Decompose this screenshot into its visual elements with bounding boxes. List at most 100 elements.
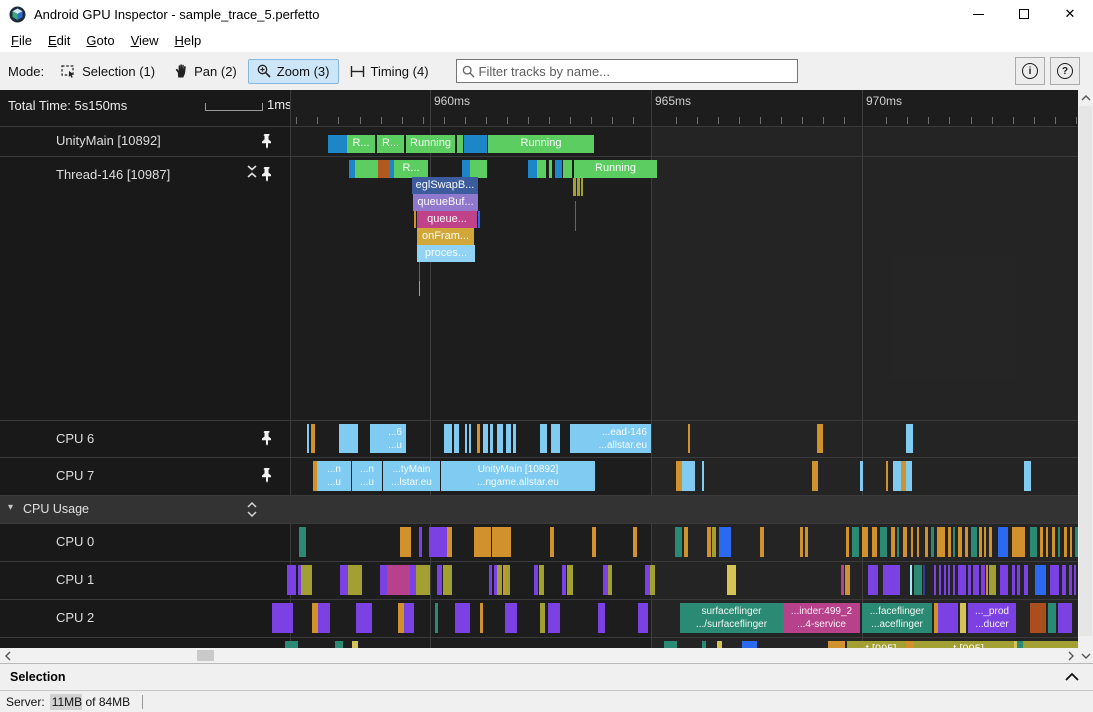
trace-slice[interactable] xyxy=(817,424,823,453)
trace-slice[interactable]: Running xyxy=(574,160,657,178)
trace-slice[interactable] xyxy=(414,211,416,228)
trace-slice[interactable] xyxy=(548,603,560,633)
trace-slice[interactable] xyxy=(1062,565,1066,595)
trace-slice[interactable]: queueBuf... xyxy=(413,194,478,211)
trace-slice[interactable] xyxy=(812,461,818,491)
trace-slice[interactable] xyxy=(567,565,573,595)
trace-slice[interactable] xyxy=(891,527,895,557)
trace-slice[interactable] xyxy=(717,641,722,648)
trace-slice[interactable] xyxy=(971,527,977,557)
trace-slice[interactable] xyxy=(868,565,878,595)
trace-slice[interactable] xyxy=(455,603,470,633)
trace-slice[interactable] xyxy=(1052,527,1055,557)
trace-slice[interactable]: R... xyxy=(394,160,428,178)
trace-slice[interactable] xyxy=(1058,527,1060,557)
trace-slice[interactable] xyxy=(828,641,845,648)
trace-slice[interactable] xyxy=(272,603,293,633)
trace-slice[interactable] xyxy=(1012,565,1015,595)
trace-slice[interactable] xyxy=(862,527,868,557)
trace-slice[interactable] xyxy=(443,565,452,595)
trace-slice[interactable] xyxy=(1058,603,1072,633)
trace-slice[interactable] xyxy=(984,527,986,557)
trace-slice[interactable] xyxy=(931,527,934,557)
maximize-button[interactable] xyxy=(1001,0,1047,28)
menu-item-goto[interactable]: Goto xyxy=(78,31,122,50)
trace-slice[interactable] xyxy=(454,424,459,453)
trace-slice[interactable]: ...n...u xyxy=(317,461,351,491)
scroll-up-button[interactable] xyxy=(1078,90,1093,105)
trace-slice[interactable]: R... xyxy=(347,135,375,153)
trace-slice[interactable] xyxy=(307,424,309,453)
trace-slice[interactable] xyxy=(447,527,452,557)
collapse-triangle-icon[interactable]: ▾ xyxy=(8,502,13,513)
trace-slice[interactable] xyxy=(1030,527,1037,557)
minimize-button[interactable] xyxy=(955,0,1001,28)
trace-slice[interactable] xyxy=(592,527,596,557)
trace-slice[interactable] xyxy=(534,565,538,595)
trace-slice[interactable]: ...t [995] xyxy=(847,641,906,648)
trace-slice[interactable] xyxy=(497,565,502,595)
trace-slice[interactable] xyxy=(1075,527,1078,557)
trace-slice[interactable] xyxy=(1024,565,1028,595)
trace-slice[interactable] xyxy=(539,565,544,595)
trace-slice[interactable] xyxy=(380,565,387,595)
menu-item-edit[interactable]: Edit xyxy=(40,31,78,50)
trace-slice[interactable] xyxy=(419,262,420,281)
trace-slice[interactable] xyxy=(1030,603,1046,633)
trace-slice[interactable] xyxy=(719,527,731,557)
trace-slice[interactable] xyxy=(939,565,941,595)
pin-icon[interactable] xyxy=(261,167,273,187)
trace-slice[interactable]: ...tyMain...lstar.eu xyxy=(383,461,440,491)
trace-slice[interactable]: eglSwapB... xyxy=(412,177,478,194)
trace-slice[interactable] xyxy=(989,527,992,557)
trace-slice[interactable] xyxy=(712,527,716,557)
trace-slice[interactable] xyxy=(1023,641,1078,648)
trace-slice[interactable] xyxy=(311,424,315,453)
trace-slice[interactable] xyxy=(419,281,420,296)
trace-slice[interactable] xyxy=(989,565,996,595)
trace-slice[interactable] xyxy=(897,527,899,557)
trace-slice[interactable] xyxy=(492,527,511,557)
zoom-mode-button[interactable]: Zoom (3) xyxy=(248,59,339,84)
trace-slice[interactable] xyxy=(633,527,637,557)
trace-slice[interactable] xyxy=(638,603,648,633)
trace-slice[interactable] xyxy=(387,565,410,595)
trace-slice[interactable] xyxy=(953,565,955,595)
trace-slice[interactable] xyxy=(562,565,566,595)
pin-icon[interactable] xyxy=(261,134,273,154)
trace-slice[interactable]: surfaceflinger.../surfaceflinger xyxy=(680,603,783,633)
trace-slice[interactable] xyxy=(986,565,988,595)
trace-slice[interactable] xyxy=(650,565,655,595)
trace-slice[interactable]: queue... xyxy=(417,211,477,228)
trace-slice[interactable] xyxy=(551,424,560,453)
timing-mode-button[interactable]: Timing (4) xyxy=(341,59,438,84)
trace-slice[interactable] xyxy=(513,424,516,453)
trace-slice[interactable] xyxy=(429,527,447,557)
trace-slice[interactable] xyxy=(675,527,682,557)
trace-slice[interactable] xyxy=(1064,527,1067,557)
trace-slice[interactable]: ...ead-146...allstar.eu xyxy=(570,424,651,453)
trace-slice[interactable] xyxy=(285,641,298,648)
trace-slice[interactable] xyxy=(893,461,901,491)
trace-slice[interactable] xyxy=(960,603,966,633)
trace-slice[interactable] xyxy=(958,527,962,557)
trace-slice[interactable] xyxy=(1035,565,1046,595)
trace-slice[interactable] xyxy=(914,565,922,595)
trace-slice[interactable] xyxy=(800,527,803,557)
trace-slice[interactable] xyxy=(979,527,982,557)
scroll-right-button[interactable] xyxy=(1063,648,1078,663)
trace-slice[interactable] xyxy=(846,527,849,557)
trace-slice[interactable] xyxy=(860,461,863,491)
trace-slice[interactable] xyxy=(419,527,422,557)
trace-slice[interactable] xyxy=(948,527,951,557)
trace-slice[interactable] xyxy=(682,461,695,491)
trace-slice[interactable] xyxy=(318,603,330,633)
trace-slice[interactable] xyxy=(550,527,554,557)
trace-slice[interactable] xyxy=(477,424,480,453)
trace-slice[interactable] xyxy=(465,424,467,453)
menu-item-view[interactable]: View xyxy=(123,31,167,50)
trace-slice[interactable] xyxy=(958,565,966,595)
trace-slice[interactable] xyxy=(906,424,913,453)
trace-slice[interactable] xyxy=(845,565,850,595)
trace-slice[interactable] xyxy=(437,565,442,595)
